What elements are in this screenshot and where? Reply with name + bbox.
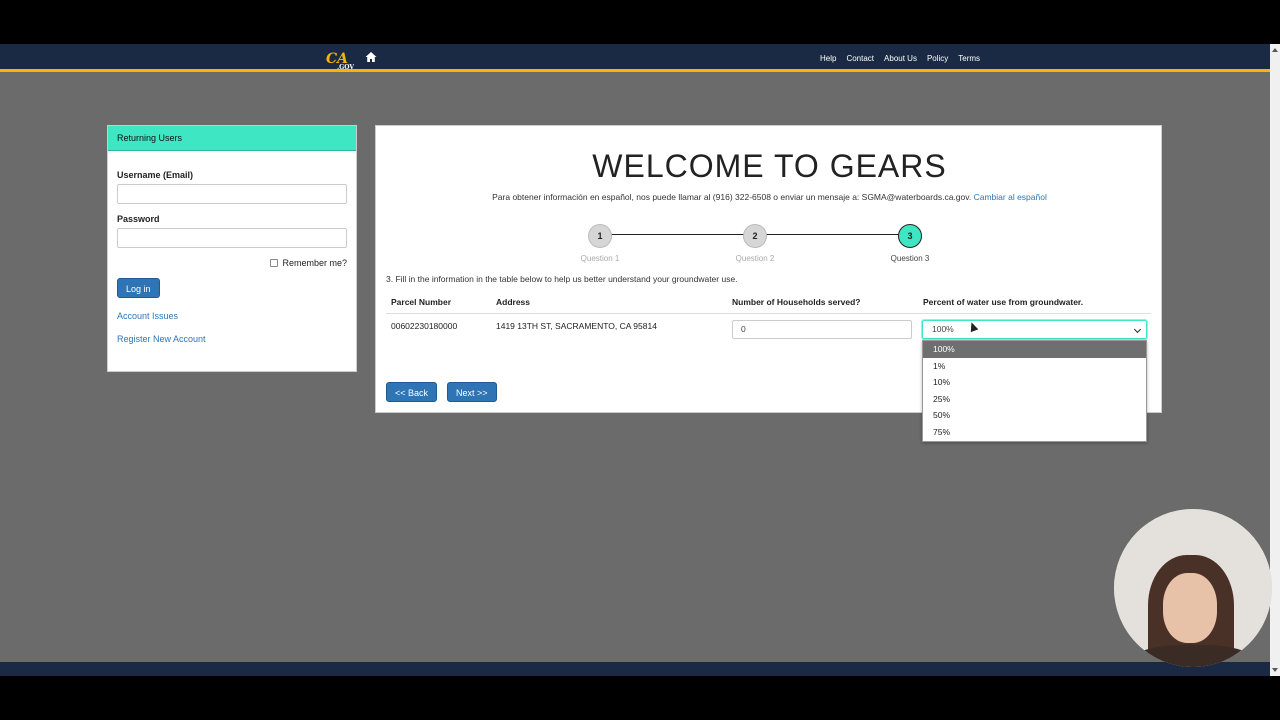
dropdown-option[interactable]: 100% (923, 341, 1146, 358)
password-input[interactable] (117, 228, 347, 248)
step-2: 2 (743, 224, 767, 248)
register-link[interactable]: Register New Account (117, 334, 347, 344)
column-header-parcel: Parcel Number (391, 297, 451, 307)
scroll-up-icon[interactable] (1272, 48, 1278, 52)
dropdown-option[interactable]: 50% (923, 407, 1146, 424)
login-button[interactable]: Log in (117, 278, 160, 298)
logo-subtext: .GOV (337, 64, 354, 71)
username-label: Username (Email) (117, 170, 194, 180)
step-3-label: Question 3 (890, 254, 930, 263)
page-title: WELCOME TO GEARS (592, 148, 947, 184)
webcam-person-face (1163, 573, 1217, 643)
webcam-overlay (1114, 509, 1272, 667)
percent-select-value: 100% (932, 324, 954, 334)
column-header-address: Address (496, 297, 531, 307)
nav-link-help[interactable]: Help (820, 54, 836, 63)
remember-me-label: Remember me? (282, 258, 347, 268)
username-input[interactable] (117, 184, 347, 204)
column-header-households: Number of Households served? (732, 297, 861, 307)
nav-links: Help Contact About Us Policy Terms (820, 44, 980, 72)
households-input[interactable]: 0 (732, 320, 912, 339)
footer-bar (0, 662, 1270, 676)
browser-viewport: CA .GOV Help Contact About Us Policy Term… (0, 44, 1280, 676)
percent-select[interactable]: 100% (922, 320, 1147, 339)
ca-gov-logo[interactable]: CA .GOV (326, 49, 354, 71)
remember-me: Remember me? (117, 258, 347, 268)
nav-link-terms[interactable]: Terms (958, 54, 980, 63)
dropdown-option[interactable]: 75% (923, 424, 1146, 441)
next-button[interactable]: Next >> (447, 382, 497, 402)
nav-link-about-us[interactable]: About Us (884, 54, 917, 63)
parcel-number-cell: 00602230180000 (391, 321, 458, 331)
dropdown-option[interactable]: 25% (923, 391, 1146, 408)
switch-spanish-link[interactable]: Cambiar al español (974, 192, 1047, 202)
percent-dropdown-list: 100% 1% 10% 25% 50% 75% (922, 340, 1147, 442)
password-label: Password (117, 214, 160, 224)
dropdown-option[interactable]: 10% (923, 374, 1146, 391)
column-header-percent: Percent of water use from groundwater. (923, 297, 1084, 307)
login-form: Username (Email) Password Remember me? L… (108, 151, 356, 353)
dropdown-option[interactable]: 1% (923, 358, 1146, 375)
step-1: 1 (588, 224, 612, 248)
login-panel: Returning Users Username (Email) Passwor… (107, 125, 357, 372)
instruction-text: 3. Fill in the information in the table … (386, 274, 738, 284)
account-issues-link[interactable]: Account Issues (117, 311, 347, 321)
top-navbar: CA .GOV Help Contact About Us Policy Term… (0, 44, 1270, 72)
progress-stepper: 1 2 3 Question 1 Question 2 Question 3 (581, 224, 929, 264)
step-2-label: Question 2 (735, 254, 775, 263)
spanish-info-text: Para obtener información en español, nos… (492, 192, 972, 202)
table-divider (386, 313, 1151, 314)
home-icon[interactable] (364, 50, 378, 64)
nav-link-policy[interactable]: Policy (927, 54, 948, 63)
back-button[interactable]: << Back (386, 382, 438, 402)
scroll-down-icon[interactable] (1272, 668, 1278, 672)
step-3: 3 (898, 224, 922, 248)
step-1-label: Question 1 (580, 254, 620, 263)
nav-link-contact[interactable]: Contact (846, 54, 874, 63)
spanish-info: Para obtener información en español, nos… (376, 192, 1163, 202)
remember-me-checkbox[interactable] (270, 259, 279, 267)
address-cell: 1419 13TH ST, SACRAMENTO, CA 95814 (496, 321, 657, 331)
chevron-down-icon (1133, 325, 1142, 334)
login-panel-header: Returning Users (108, 126, 356, 151)
webcam-person-shoulders (1132, 645, 1254, 667)
